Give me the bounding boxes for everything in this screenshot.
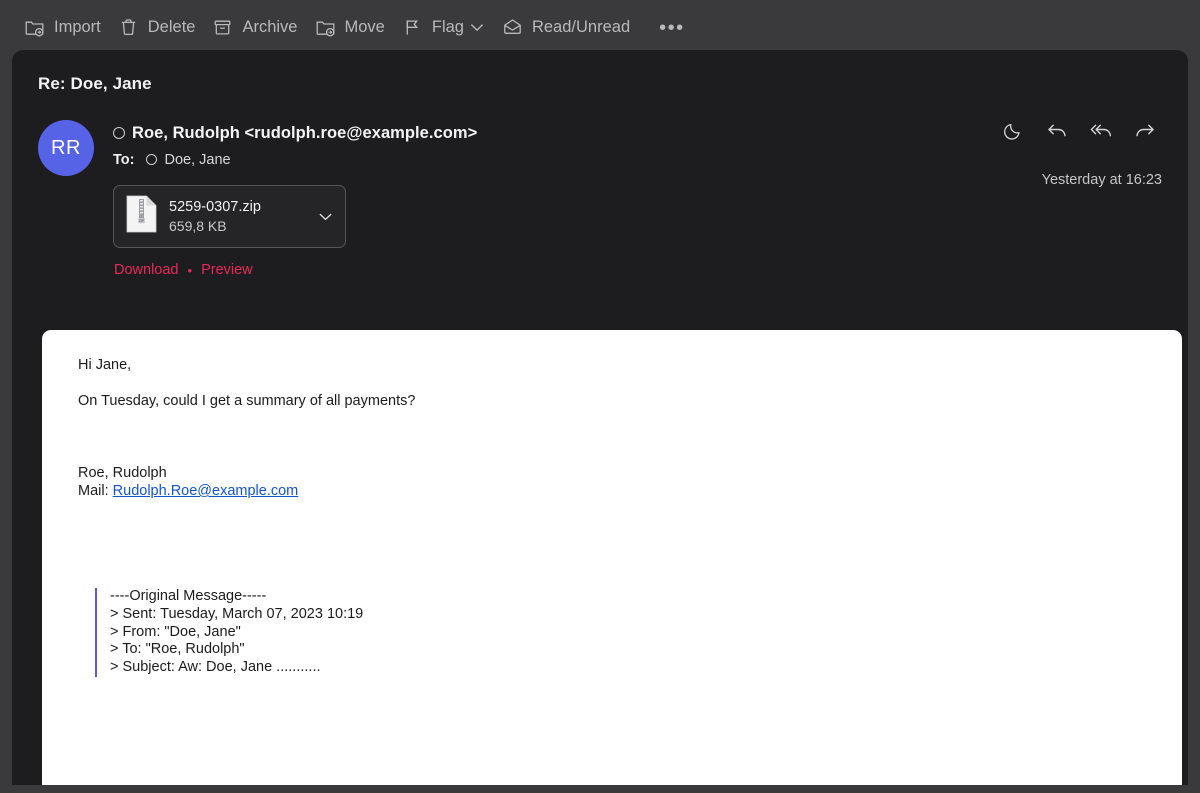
quote-line: > Subject: Aw: Doe, Jane ...........: [110, 659, 321, 676]
avatar: RR: [38, 120, 94, 176]
moon-icon: [1003, 121, 1023, 146]
folder-move-icon: [315, 17, 336, 38]
message-subject: Re: Doe, Jane: [38, 74, 152, 93]
message-panel: Re: Doe, Jane Yesterday at 16:23 RR Roe,…: [12, 50, 1188, 785]
recipient-presence-icon: [146, 153, 158, 165]
forward-button[interactable]: [1128, 118, 1162, 148]
attachment-expand-button[interactable]: [315, 207, 335, 227]
attachment-links: Download • Preview: [113, 262, 477, 278]
message-timestamp: Yesterday at 16:23: [1041, 172, 1162, 188]
forward-arrow-icon: [1134, 121, 1156, 146]
quote-line: > To: "Roe, Rudolph": [110, 641, 245, 658]
to-label: To:: [113, 152, 135, 168]
signature-name: Roe, Rudolph: [78, 465, 167, 481]
trash-icon: [118, 17, 139, 38]
signature-mail-link[interactable]: Rudolph.Roe@example.com: [113, 483, 299, 499]
sender-info: Roe, Rudolph <rudolph.roe@example.com> T…: [113, 120, 477, 278]
message-header-actions: [996, 118, 1162, 148]
reply-all-button[interactable]: [1084, 118, 1118, 148]
download-link[interactable]: Download: [114, 262, 179, 278]
recipient-line: To: Doe, Jane: [113, 152, 477, 168]
move-button[interactable]: Move: [311, 12, 398, 43]
read-unread-label: Read/Unread: [531, 18, 631, 36]
import-label: Import: [54, 18, 101, 36]
quote-line: ----Original Message-----: [110, 588, 267, 604]
sender-from-line[interactable]: Roe, Rudolph <rudolph.roe@example.com>: [113, 124, 477, 143]
flag-button[interactable]: Flag: [398, 12, 468, 43]
open-envelope-icon: [502, 17, 523, 38]
archive-box-icon: [212, 17, 233, 38]
flag-dropdown-chevron[interactable]: [464, 17, 490, 39]
more-horizontal-icon[interactable]: •••: [649, 18, 695, 38]
recipient-name[interactable]: Doe, Jane: [164, 152, 230, 168]
attachment-meta: 5259-0307.zip 659,8 KB: [169, 198, 315, 236]
reply-arrow-icon: [1046, 121, 1068, 146]
link-separator: •: [187, 262, 193, 278]
reply-button[interactable]: [1040, 118, 1074, 148]
zip-file-icon: ZIP: [126, 195, 157, 238]
flag-icon: [402, 17, 423, 38]
signature-mail-line: Mail: Rudolph.Roe@example.com: [78, 482, 1182, 500]
snooze-button[interactable]: [996, 118, 1030, 148]
message-body[interactable]: Hi Jane, On Tuesday, could I get a summa…: [42, 330, 1182, 785]
chevron-down-icon: [470, 19, 484, 37]
flag-label: Flag: [431, 18, 464, 36]
archive-button[interactable]: Archive: [208, 12, 310, 43]
delete-button[interactable]: Delete: [114, 12, 209, 43]
signature-mail-label: Mail:: [78, 483, 109, 499]
attachment-card[interactable]: ZIP 5259-0307.zip 659,8 KB: [113, 185, 346, 248]
delete-label: Delete: [147, 18, 196, 36]
quoted-message-block: ----Original Message----- > Sent: Tuesda…: [95, 588, 1182, 677]
quote-line: > Sent: Tuesday, March 07, 2023 10:19: [110, 605, 364, 622]
archive-label: Archive: [242, 18, 298, 36]
quote-line: > From: "Doe, Jane": [110, 623, 241, 640]
contact-presence-icon: [113, 126, 125, 139]
body-greeting: Hi Jane,: [78, 357, 132, 373]
sender-name-email: Roe, Rudolph <rudolph.roe@example.com>: [132, 124, 478, 142]
read-unread-button[interactable]: Read/Unread: [498, 12, 643, 43]
folder-import-icon: [24, 17, 45, 38]
attachment-filename: 5259-0307.zip: [169, 198, 261, 215]
import-button[interactable]: Import: [20, 12, 114, 43]
preview-link[interactable]: Preview: [201, 262, 253, 278]
svg-text:ZIP: ZIP: [139, 219, 145, 223]
chevron-down-icon: [319, 208, 332, 226]
attachment-area: ZIP 5259-0307.zip 659,8 KB Download • Pr…: [113, 185, 477, 278]
reply-all-arrow-icon: [1089, 121, 1113, 146]
body-paragraph: On Tuesday, could I get a summary of all…: [78, 393, 416, 409]
move-label: Move: [344, 18, 385, 36]
attachment-filesize: 659,8 KB: [169, 217, 227, 234]
toolbar: Import Delete Archive Move Flag Read/Unr…: [0, 0, 1200, 55]
